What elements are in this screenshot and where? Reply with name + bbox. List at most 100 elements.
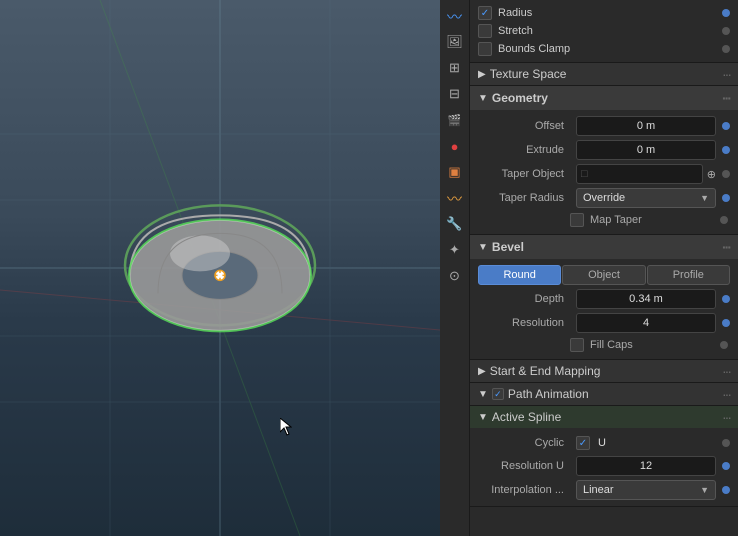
taper-radius-label: Taper Radius [482, 192, 572, 204]
interpolation-dropdown[interactable]: Linear ▼ [576, 480, 716, 500]
extrude-label: Extrude [482, 144, 572, 156]
modifier-properties-icon[interactable]: 🔧 [443, 212, 467, 236]
bevel-profile-button[interactable]: Profile [647, 265, 730, 285]
path-animation-header[interactable]: ▼ Path Animation ··· [470, 383, 738, 405]
torus-object [100, 145, 340, 368]
taper-radius-value: Override [583, 192, 625, 204]
offset-value[interactable]: 0 m [576, 116, 716, 136]
fill-caps-checkbox[interactable] [570, 338, 584, 352]
radius-checkbox[interactable] [478, 6, 492, 20]
resolution-label: Resolution [482, 317, 572, 329]
object-data-properties-icon[interactable]: 〰 [443, 186, 467, 210]
world-properties-icon[interactable]: ● [443, 134, 467, 158]
active-spline-label: Active Spline [492, 410, 561, 424]
start-end-label: Start & End Mapping [490, 364, 601, 378]
path-animation-section: ▼ Path Animation ··· [470, 383, 738, 406]
path-animation-dots: ··· [722, 386, 730, 402]
taper-radius-dropdown[interactable]: Override ▼ [576, 188, 716, 208]
active-spline-header[interactable]: ▼ Active Spline ··· [470, 406, 738, 428]
texture-space-section: ▶ Texture Space ··· [470, 63, 738, 86]
offset-row: Offset 0 m [470, 114, 738, 138]
texture-space-arrow: ▶ [478, 69, 486, 80]
taper-radius-dot [722, 194, 730, 202]
extrude-dot [722, 146, 730, 154]
cyclic-u-label: U [598, 437, 606, 449]
bounds-clamp-checkbox[interactable] [478, 42, 492, 56]
map-taper-dot [720, 216, 728, 224]
stretch-check-row: Stretch [478, 22, 730, 40]
depth-row: Depth 0.34 m [470, 287, 738, 311]
path-animation-arrow: ▼ [478, 389, 488, 400]
eyedropper-icon[interactable]: ⊕ [707, 168, 716, 181]
resolution-u-label: Resolution U [482, 460, 572, 472]
active-spline-content: Cyclic U Resolution U 12 Interpolation .… [470, 428, 738, 506]
offset-label: Offset [482, 120, 572, 132]
taper-object-dot [722, 170, 730, 178]
depth-value[interactable]: 0.34 m [576, 289, 716, 309]
start-end-dots: ··· [722, 363, 730, 379]
taper-object-row: Taper Object □ ⊕ [470, 162, 738, 186]
geometry-content: Offset 0 m Extrude 0 m Taper Object □ ⊕ [470, 110, 738, 234]
resolution-dot [722, 319, 730, 327]
bevel-object-button[interactable]: Object [562, 265, 645, 285]
interpolation-label: Interpolation ... [482, 484, 572, 496]
map-taper-label: Map Taper [590, 214, 642, 226]
taper-object-field[interactable]: □ [576, 164, 703, 184]
offset-dot [722, 122, 730, 130]
bevel-content: Round Object Profile Depth 0.34 m Resolu… [470, 259, 738, 359]
depth-dot [722, 295, 730, 303]
texture-space-label: Texture Space [490, 67, 567, 81]
start-end-mapping-header[interactable]: ▶ Start & End Mapping ··· [470, 360, 738, 382]
viewport[interactable] [0, 0, 440, 536]
curves-data-icon[interactable]: 〰 [443, 4, 467, 28]
map-taper-checkbox[interactable] [570, 213, 584, 227]
bevel-arrow: ▼ [478, 242, 488, 253]
stretch-checkbox[interactable] [478, 24, 492, 38]
bevel-header[interactable]: ▼ Bevel ··· [470, 235, 738, 259]
resolution-u-value[interactable]: 12 [576, 456, 716, 476]
object-properties-icon[interactable]: ▣ [443, 160, 467, 184]
taper-object-label: Taper Object [482, 168, 572, 180]
bounds-clamp-dot [722, 45, 730, 53]
taper-radius-row: Taper Radius Override ▼ [470, 186, 738, 210]
geometry-dots: ··· [722, 90, 730, 106]
geometry-label: Geometry [492, 91, 548, 105]
particles-properties-icon[interactable]: ✦ [443, 238, 467, 262]
start-end-mapping-section: ▶ Start & End Mapping ··· [470, 360, 738, 383]
view-layer-icon[interactable]: ⊟ [443, 82, 467, 106]
cyclic-label: Cyclic [482, 437, 572, 449]
start-end-arrow: ▶ [478, 366, 486, 377]
radius-dot [722, 9, 730, 17]
radius-label: Radius [498, 7, 532, 19]
cyclic-dot [722, 439, 730, 447]
radius-check-row: Radius [478, 4, 730, 22]
bevel-round-button[interactable]: Round [478, 265, 561, 285]
taper-obj-icon: □ [581, 168, 588, 180]
interpolation-dot [722, 486, 730, 494]
texture-space-header[interactable]: ▶ Texture Space ··· [470, 63, 738, 85]
resolution-u-dot [722, 462, 730, 470]
bevel-dots: ··· [722, 239, 730, 255]
taper-radius-arrow: ▼ [700, 193, 709, 203]
geometry-header[interactable]: ▼ Geometry ··· [470, 86, 738, 110]
bevel-type-buttons: Round Object Profile [478, 265, 730, 285]
resolution-value[interactable]: 4 [576, 313, 716, 333]
extrude-row: Extrude 0 m [470, 138, 738, 162]
path-animation-checkbox[interactable] [492, 388, 504, 400]
output-properties-icon[interactable]: ⊞ [443, 56, 467, 80]
depth-label: Depth [482, 293, 572, 305]
resolution-u-row: Resolution U 12 [470, 454, 738, 478]
cyclic-checkbox[interactable] [576, 436, 590, 450]
scene-properties-icon[interactable]: 🎬 [443, 108, 467, 132]
stretch-dot [722, 27, 730, 35]
render-properties-icon[interactable]: 🖼 [443, 30, 467, 54]
curve-deform-checks: Radius Stretch Bounds Clamp [470, 0, 738, 62]
curve-deform-section: Radius Stretch Bounds Clamp [470, 0, 738, 63]
interpolation-arrow: ▼ [700, 485, 709, 495]
right-panel: Radius Stretch Bounds Clamp ▶ Texture Sp… [470, 0, 738, 536]
extrude-value[interactable]: 0 m [576, 140, 716, 160]
bounds-clamp-check-row: Bounds Clamp [478, 40, 730, 58]
icon-toolbar: 〰 🖼 ⊞ ⊟ 🎬 ● ▣ 〰 🔧 ✦ ⊙ [440, 0, 470, 536]
fill-caps-dot [720, 341, 728, 349]
physics-properties-icon[interactable]: ⊙ [443, 264, 467, 288]
